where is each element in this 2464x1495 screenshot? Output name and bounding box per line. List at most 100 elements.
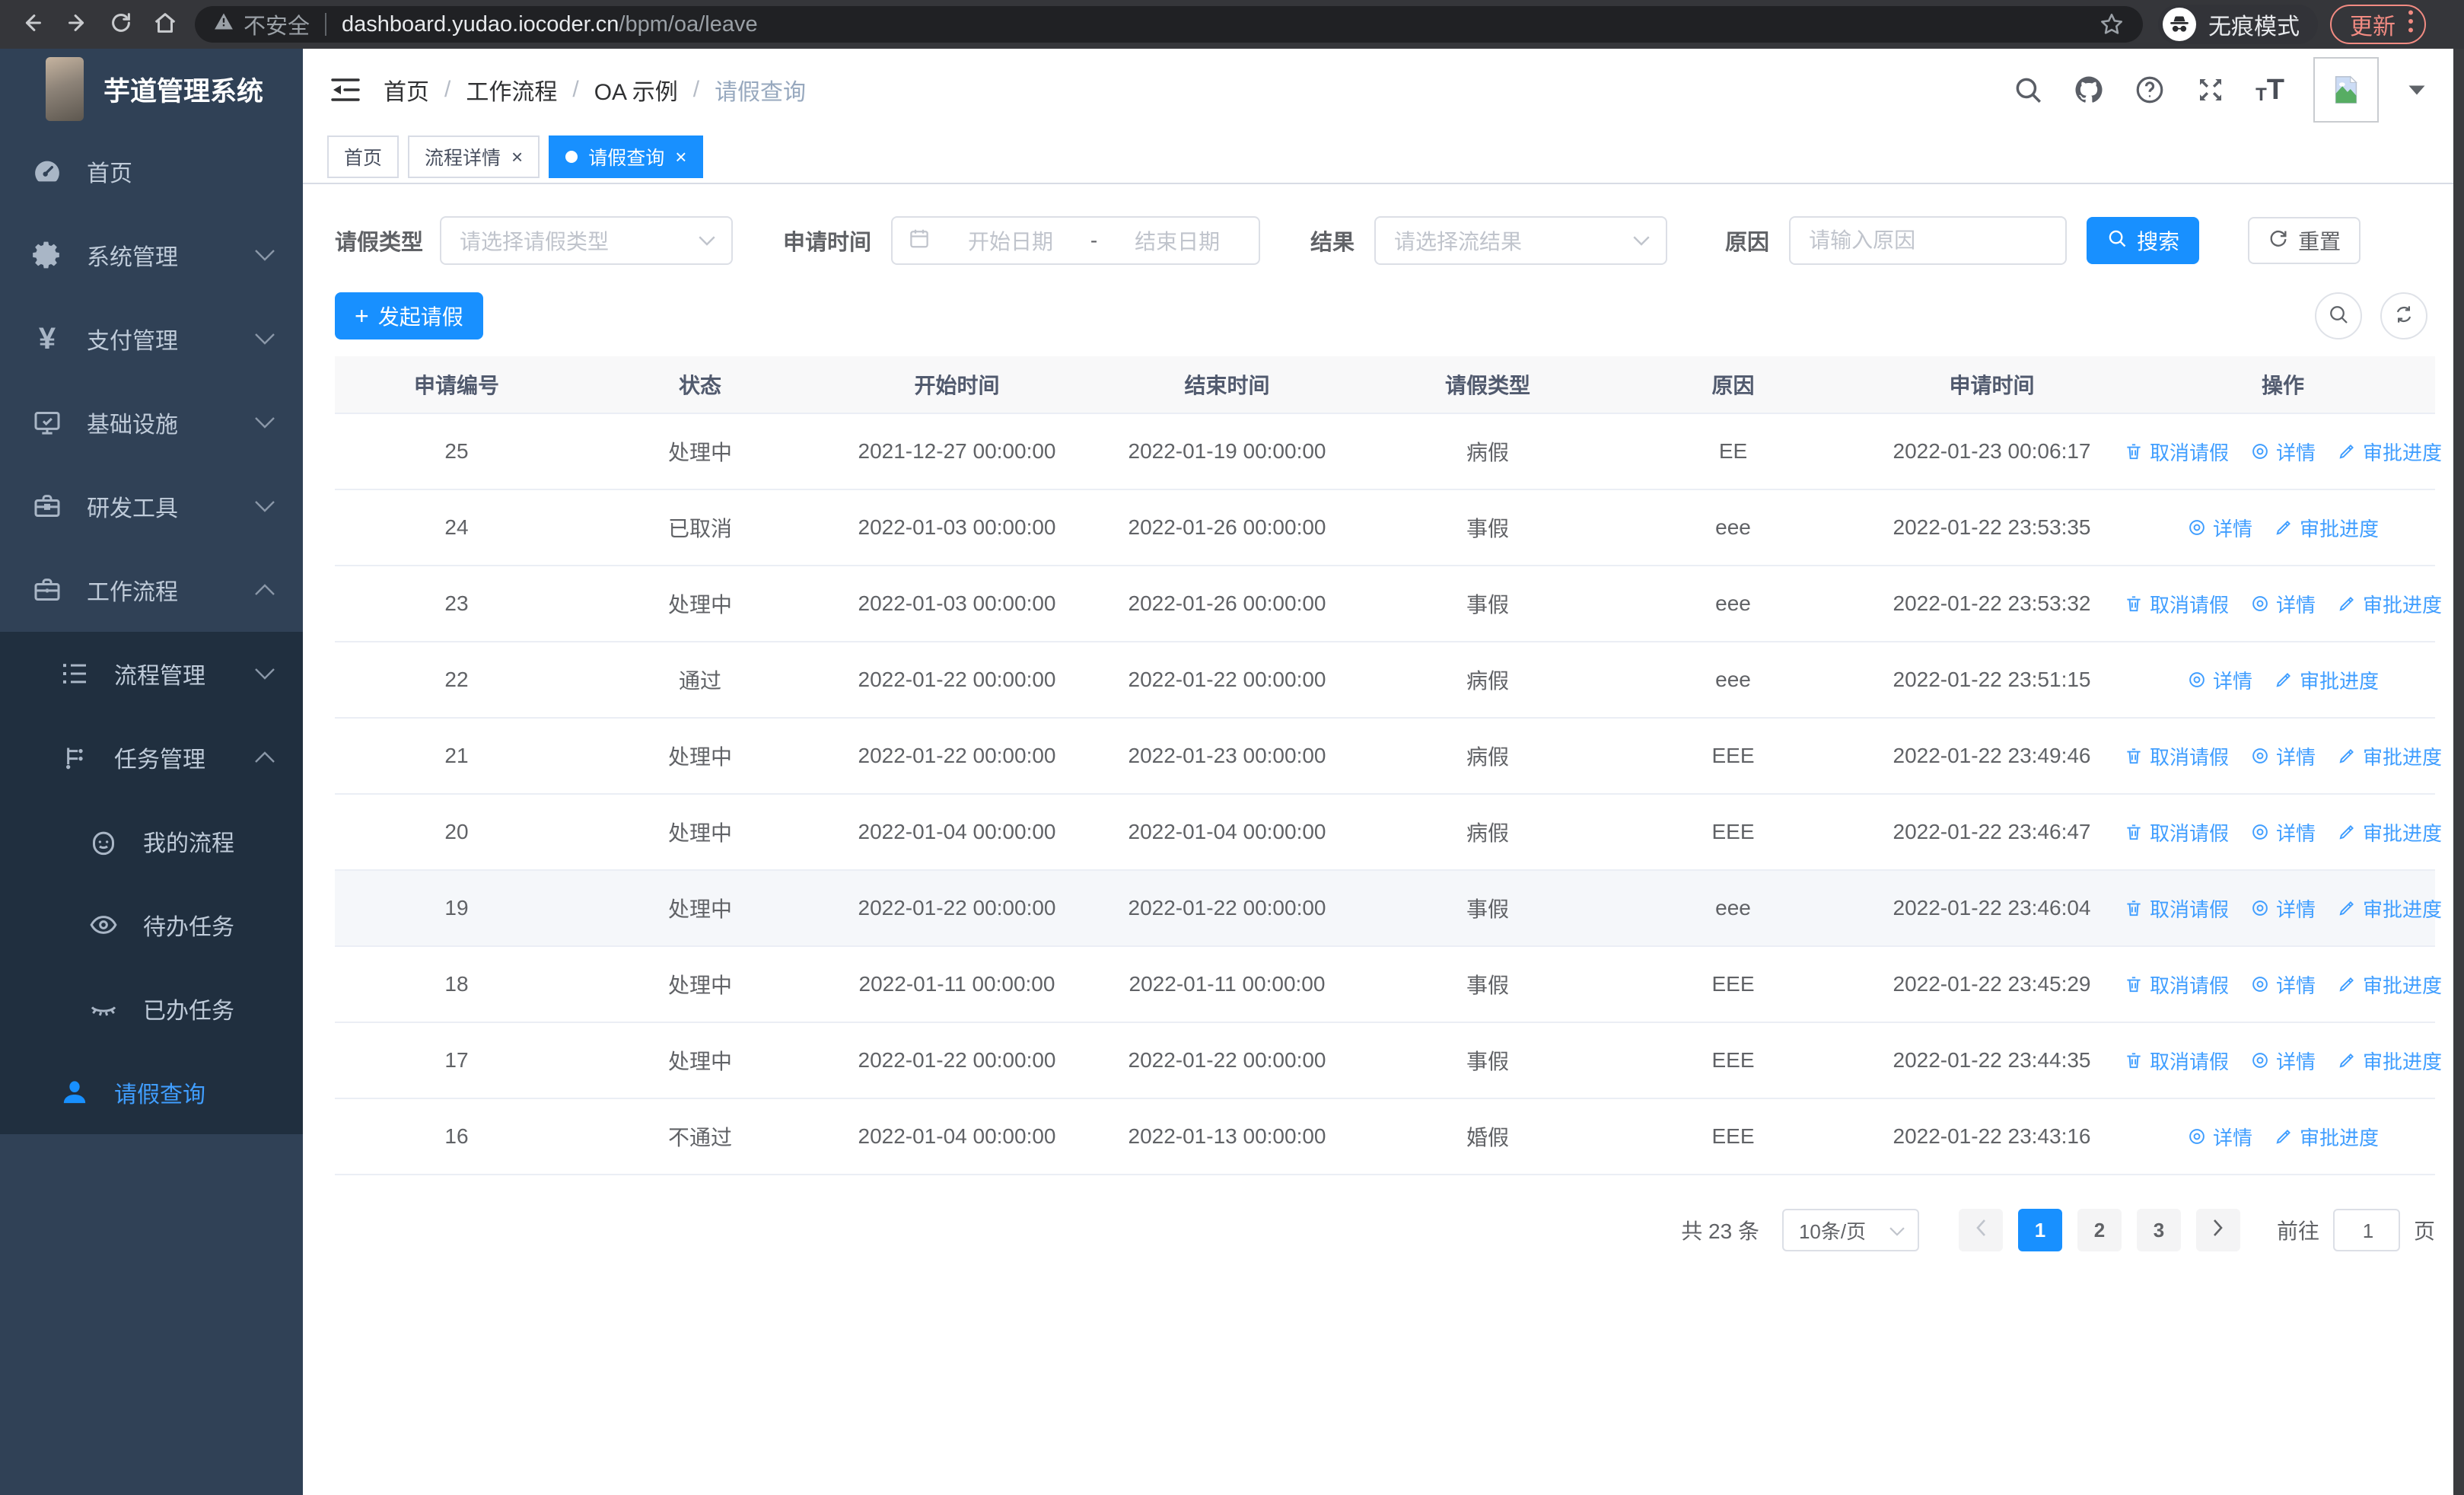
sidebar-item-payment[interactable]: ¥ 支付管理 — [0, 297, 303, 381]
action-progress-link[interactable]: 审批进度 — [2337, 818, 2442, 846]
sidebar-item-my-process[interactable]: 我的流程 — [0, 799, 303, 883]
action-cancel-link[interactable]: 取消请假 — [2124, 742, 2229, 770]
action-cancel-link[interactable]: 取消请假 — [2124, 1047, 2229, 1075]
result-select[interactable]: 请选择流结果 — [1374, 216, 1668, 265]
table-toolbar: + 发起请假 — [335, 292, 2435, 339]
app-logo-row: 芋道管理系统 — [0, 49, 303, 129]
github-icon[interactable] — [2073, 74, 2105, 106]
breadcrumb-item[interactable]: OA 示例 — [594, 73, 678, 107]
reset-button[interactable]: 重置 — [2248, 217, 2361, 264]
action-cancel-link[interactable]: 取消请假 — [2124, 894, 2229, 923]
action-progress-link[interactable]: 审批进度 — [2337, 742, 2442, 770]
action-detail-link[interactable]: 详情 — [2250, 742, 2316, 770]
page-button-3[interactable]: 3 — [2136, 1209, 2181, 1251]
action-progress-link[interactable]: 审批进度 — [2337, 894, 2442, 923]
refresh-table-button[interactable] — [2380, 292, 2427, 339]
home-icon — [152, 10, 178, 40]
sidebar-item-done-tasks[interactable]: 已办任务 — [0, 967, 303, 1050]
apply-time-range-picker[interactable]: 开始日期 - 结束日期 — [891, 216, 1261, 265]
create-leave-button[interactable]: + 发起请假 — [335, 292, 483, 339]
progress-icon — [2337, 441, 2357, 461]
sidebar-item-home[interactable]: 首页 — [0, 129, 303, 213]
breadcrumb-item[interactable]: 工作流程 — [466, 73, 557, 107]
browser-back-button[interactable] — [11, 2, 55, 46]
action-detail-link[interactable]: 详情 — [2187, 1123, 2252, 1151]
browser-home-button[interactable] — [143, 2, 187, 46]
cell-actions: 取消请假 详情 审批进度 — [2127, 1047, 2442, 1075]
page-scrollbar[interactable] — [2453, 49, 2464, 1495]
avatar[interactable] — [2313, 57, 2379, 123]
browser-reload-button[interactable] — [99, 2, 143, 46]
address-bar[interactable]: 不安全 dashboard.yudao.iocoder.cn/bpm/oa/le… — [195, 6, 2143, 43]
action-progress-link[interactable]: 审批进度 — [2274, 666, 2379, 694]
tab-process-detail[interactable]: 流程详情 × — [408, 135, 540, 178]
cell-end-time: 2022-01-04 00:00:00 — [1128, 820, 1326, 843]
goto-page-input[interactable] — [2334, 1210, 2402, 1251]
page-button-1[interactable]: 1 — [2017, 1209, 2062, 1251]
sidebar-item-process-mgmt[interactable]: 流程管理 — [0, 632, 303, 716]
close-icon[interactable]: × — [675, 147, 686, 167]
action-detail-link[interactable]: 详情 — [2250, 590, 2316, 618]
show-search-button[interactable] — [2315, 292, 2362, 339]
tab-home[interactable]: 首页 — [327, 135, 400, 178]
action-cancel-link[interactable]: 取消请假 — [2124, 971, 2229, 999]
action-detail-link[interactable]: 详情 — [2250, 438, 2316, 466]
sidebar-item-dev-tools[interactable]: 研发工具 — [0, 464, 303, 548]
avatar-caret-icon[interactable] — [2408, 84, 2426, 96]
page-button-2[interactable]: 2 — [2077, 1209, 2122, 1251]
detail-icon — [2250, 594, 2270, 614]
cell-reason: EEE — [1711, 1124, 1755, 1148]
cell-id: 21 — [444, 744, 469, 767]
action-detail-link[interactable]: 详情 — [2250, 1047, 2316, 1075]
help-icon[interactable] — [2134, 74, 2166, 106]
action-progress-link[interactable]: 审批进度 — [2274, 1123, 2379, 1151]
sidebar-item-leave-query[interactable]: 请假查询 — [0, 1050, 303, 1134]
prev-page-button[interactable] — [1958, 1209, 2003, 1251]
search-icon[interactable] — [2012, 74, 2044, 106]
action-detail-link[interactable]: 详情 — [2250, 894, 2316, 923]
sidebar-item-label: 支付管理 — [87, 329, 178, 354]
action-progress-link[interactable]: 审批进度 — [2337, 971, 2442, 999]
action-cancel-link[interactable]: 取消请假 — [2124, 438, 2229, 466]
tab-leave-query[interactable]: 请假查询 × — [549, 135, 704, 178]
action-progress-link[interactable]: 审批进度 — [2337, 590, 2442, 618]
tab-label: 首页 — [344, 148, 383, 169]
cell-leave-type: 病假 — [1466, 745, 1509, 769]
font-size-icon[interactable]: TT — [2255, 75, 2284, 104]
search-icon — [2327, 303, 2350, 330]
browser-forward-button[interactable] — [55, 2, 99, 46]
action-detail-link[interactable]: 详情 — [2187, 666, 2252, 694]
progress-icon — [2337, 898, 2357, 918]
update-button[interactable]: 更新 — [2330, 5, 2426, 44]
sidebar-collapse-icon[interactable] — [330, 77, 361, 103]
sidebar-item-workflow[interactable]: 工作流程 — [0, 548, 303, 632]
fullscreen-icon[interactable] — [2195, 74, 2227, 106]
leave-type-select[interactable]: 请选择请假类型 — [440, 216, 734, 265]
chevron-down-icon — [1889, 1219, 1905, 1242]
action-progress-link[interactable]: 审批进度 — [2337, 438, 2442, 466]
action-detail-link[interactable]: 详情 — [2250, 971, 2316, 999]
sidebar-item-infrastructure[interactable]: 基础设施 — [0, 381, 303, 464]
bookmark-star-icon[interactable] — [2099, 11, 2125, 37]
reason-input[interactable] — [1794, 218, 2063, 263]
browser-menu-dots-icon[interactable] — [2408, 10, 2414, 39]
next-page-button[interactable] — [2195, 1209, 2240, 1251]
action-cancel-link[interactable]: 取消请假 — [2124, 590, 2229, 618]
sidebar-item-todo-tasks[interactable]: 待办任务 — [0, 883, 303, 967]
breadcrumb-item[interactable]: 首页 — [384, 73, 429, 107]
sidebar-item-task-mgmt[interactable]: 任务管理 — [0, 716, 303, 799]
table-row: 22 通过 2022-01-22 00:00:00 2022-01-22 00:00:… — [335, 642, 2435, 719]
search-button[interactable]: 搜索 — [2087, 217, 2200, 264]
action-progress-link[interactable]: 审批进度 — [2337, 1047, 2442, 1075]
reload-icon — [108, 10, 134, 40]
page-size-select[interactable]: 10条/页 — [1781, 1209, 1919, 1251]
incognito-icon — [2163, 8, 2196, 41]
security-status[interactable]: 不安全 — [213, 8, 310, 40]
action-progress-link[interactable]: 审批进度 — [2274, 514, 2379, 542]
close-icon[interactable]: × — [511, 147, 523, 167]
column-header: 结束时间 — [1184, 374, 1270, 397]
action-detail-link[interactable]: 详情 — [2187, 514, 2252, 542]
action-detail-link[interactable]: 详情 — [2250, 818, 2316, 846]
action-cancel-link[interactable]: 取消请假 — [2124, 818, 2229, 846]
sidebar-item-system[interactable]: 系统管理 — [0, 213, 303, 297]
